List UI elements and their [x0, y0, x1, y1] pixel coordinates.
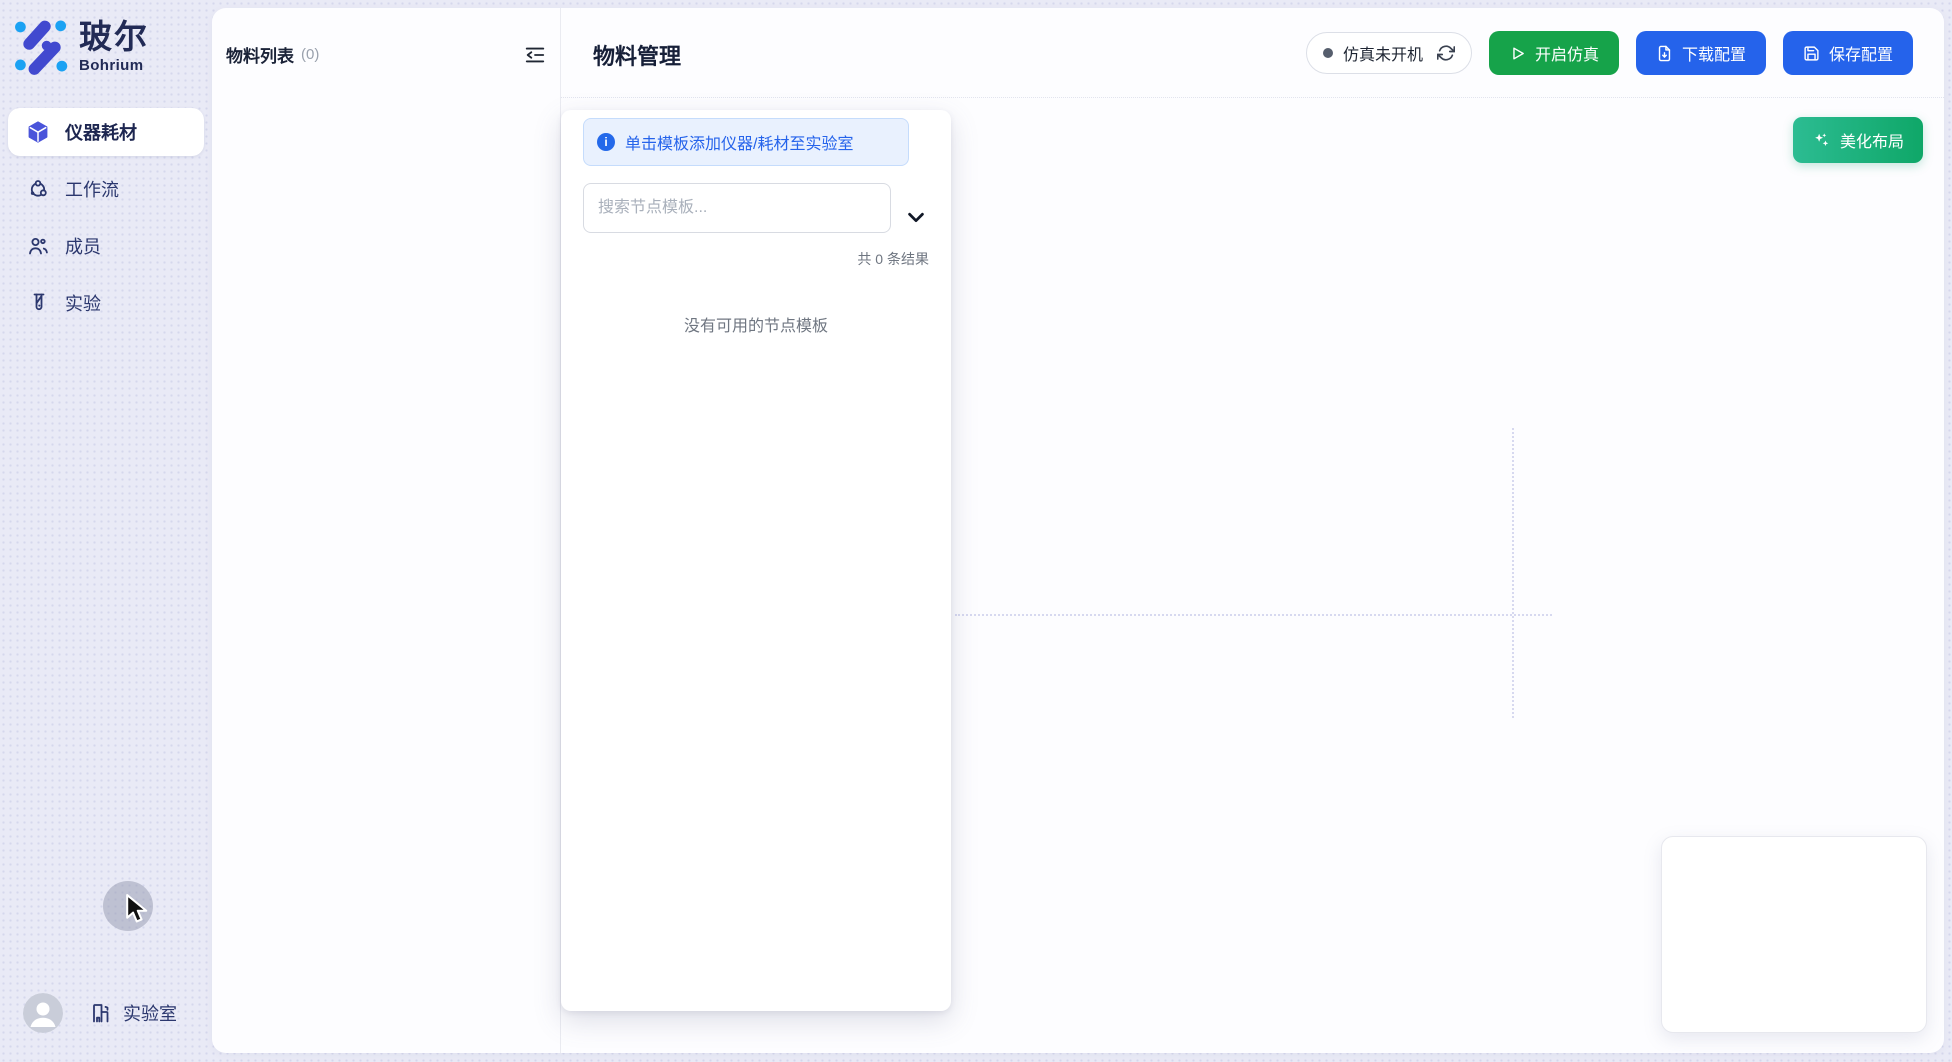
collapse-panel-button[interactable] [524, 44, 546, 66]
status-dot-icon [1323, 48, 1333, 58]
brand-text: 玻尔 Bohrium [79, 20, 149, 74]
canvas-guide-horizontal [955, 614, 1552, 616]
sidebar-item-label: 成员 [65, 233, 101, 259]
material-list-header: 物料列表 (0) [226, 42, 546, 67]
brand-name-zh: 玻尔 [79, 20, 149, 55]
avatar[interactable] [23, 993, 63, 1033]
brand: 玻尔 Bohrium [14, 20, 149, 76]
material-list-title: 物料列表 [226, 42, 294, 67]
members-icon [26, 234, 50, 258]
content-card: 物料列表 (0) 物料管理 仿真未开机 [212, 8, 1944, 1053]
sidebar-item-label: 仪器耗材 [65, 119, 137, 145]
sidebar-item-label: 工作流 [65, 176, 119, 202]
page-header: 物料管理 仿真未开机 [561, 8, 1944, 98]
refresh-status-button[interactable] [1437, 44, 1455, 62]
save-config-label: 保存配置 [1829, 41, 1893, 65]
download-config-label: 下载配置 [1682, 41, 1746, 65]
expand-filter-button[interactable] [905, 206, 927, 228]
sparkles-icon [1812, 131, 1831, 150]
search-templates-input[interactable] [583, 183, 891, 233]
sidebar-item-label: 实验 [65, 290, 101, 316]
download-config-button[interactable]: 下载配置 [1636, 31, 1766, 75]
lab-building-icon [88, 1000, 114, 1026]
sidebar-item-experiments[interactable]: 实验 [8, 279, 204, 327]
templates-hint-banner: i 单击模板添加仪器/耗材至实验室 [583, 118, 909, 166]
material-list-panel: 物料列表 (0) [212, 8, 561, 1053]
node-templates-panel: i 单击模板添加仪器/耗材至实验室 共 0 条结果 没有可用的节点模板 [561, 110, 951, 1011]
mouse-cursor-icon [124, 893, 151, 926]
avatar-placeholder-icon [23, 993, 63, 1033]
simulation-status-pill[interactable]: 仿真未开机 [1306, 32, 1472, 74]
beautify-layout-button[interactable]: 美化布局 [1793, 117, 1923, 163]
sidebar-item-workflow[interactable]: 工作流 [8, 165, 204, 213]
templates-hint-text: 单击模板添加仪器/耗材至实验室 [625, 130, 853, 154]
cube-icon [26, 120, 50, 144]
sidebar-item-laboratory[interactable]: 实验室 [88, 1000, 177, 1026]
sidebar-nav: 仪器耗材 工作流 成员 [8, 108, 204, 336]
simulation-status-label: 仿真未开机 [1343, 41, 1423, 65]
app-window: 玻尔 Bohrium 仪器耗材 工作流 [0, 0, 1952, 1062]
sidebar-item-instruments[interactable]: 仪器耗材 [8, 108, 204, 156]
workflow-icon [26, 177, 50, 201]
brand-name-en: Bohrium [79, 57, 149, 74]
play-icon [1509, 45, 1526, 62]
flow-canvas[interactable]: i 单击模板添加仪器/耗材至实验室 共 0 条结果 没有可用的节点模板 [561, 98, 1944, 1053]
sidebar-footer-label: 实验室 [123, 1000, 177, 1026]
beautify-layout-label: 美化布局 [1840, 128, 1904, 152]
canvas-guide-vertical [1512, 428, 1514, 718]
header-actions: 仿真未开机 开启仿真 [1306, 31, 1913, 75]
material-list-count: (0) [301, 46, 319, 63]
save-config-button[interactable]: 保存配置 [1783, 31, 1913, 75]
file-download-icon [1656, 45, 1673, 62]
sidebar-footer: 实验室 [0, 993, 212, 1033]
result-count: 共 0 条结果 [857, 249, 929, 269]
sidebar: 玻尔 Bohrium 仪器耗材 工作流 [0, 0, 212, 1062]
menu-fold-icon [524, 44, 546, 66]
main-area: 物料管理 仿真未开机 [561, 8, 1944, 1053]
chevron-down-icon [905, 206, 927, 228]
empty-templates-message: 没有可用的节点模板 [561, 312, 951, 336]
experiment-icon [26, 291, 50, 315]
minimap[interactable] [1661, 836, 1927, 1033]
start-simulation-button[interactable]: 开启仿真 [1489, 31, 1619, 75]
start-simulation-label: 开启仿真 [1535, 41, 1599, 65]
save-icon [1803, 45, 1820, 62]
page-title: 物料管理 [593, 39, 681, 71]
sidebar-item-members[interactable]: 成员 [8, 222, 204, 270]
info-icon: i [597, 133, 615, 151]
refresh-icon [1437, 44, 1455, 62]
bohrium-logo-icon [14, 20, 70, 76]
